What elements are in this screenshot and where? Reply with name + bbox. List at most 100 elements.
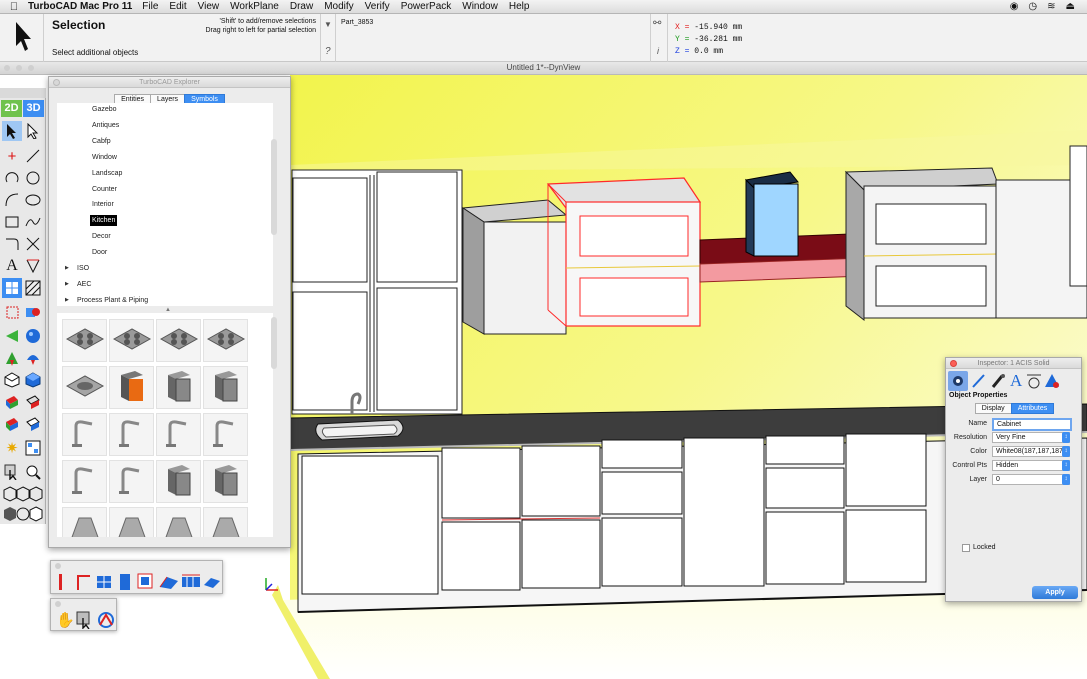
extrude-tool-icon[interactable] xyxy=(2,348,22,368)
text-tool-icon[interactable]: A xyxy=(2,256,22,276)
apple-menu-icon[interactable]:  xyxy=(0,1,28,13)
apply-button[interactable]: Apply xyxy=(1032,586,1078,599)
thumbs-scrollbar[interactable] xyxy=(271,317,277,369)
wifi-icon[interactable]: ≋ xyxy=(1047,1,1055,12)
mode-3d-button[interactable]: 3D xyxy=(23,100,44,117)
symbol-thumbnail[interactable] xyxy=(109,460,154,503)
dimension-tool-icon[interactable] xyxy=(23,256,43,276)
resolution-chevron-icon[interactable]: ↕ xyxy=(1062,432,1070,443)
pen-icon[interactable] xyxy=(971,373,987,389)
symbol-thumbnail[interactable] xyxy=(156,366,201,409)
symbol-thumbnail[interactable] xyxy=(203,507,248,537)
edit-tool-icon[interactable] xyxy=(23,121,43,141)
symbol-thumbnail[interactable] xyxy=(109,319,154,362)
tab-display[interactable]: Display xyxy=(974,403,1011,414)
point-tool-icon[interactable]: + xyxy=(2,146,22,166)
tree-item[interactable]: AEC xyxy=(75,279,93,290)
line-tool-icon[interactable] xyxy=(23,146,43,166)
zoom-tool-icon[interactable] xyxy=(23,462,43,482)
symbol-thumbnail[interactable] xyxy=(203,460,248,503)
cone-tool-icon[interactable] xyxy=(2,326,22,346)
dimension-style-icon[interactable] xyxy=(1026,373,1042,389)
tree-item[interactable]: Cabfp xyxy=(90,136,113,147)
box-tool-icon[interactable] xyxy=(2,370,22,390)
door-insert-icon[interactable] xyxy=(119,573,131,591)
boolean-tool-icon[interactable] xyxy=(23,302,43,322)
help-button[interactable]: ? xyxy=(325,46,331,57)
layer-select[interactable]: 0 ↕ xyxy=(992,474,1070,485)
wall-icon[interactable] xyxy=(59,574,62,590)
menu-edit[interactable]: Edit xyxy=(169,1,186,12)
chamfer-tool-icon[interactable] xyxy=(23,392,43,412)
menu-powerpack[interactable]: PowerPack xyxy=(401,1,452,12)
tree-item[interactable]: Window xyxy=(90,152,119,163)
select-tool-icon[interactable] xyxy=(2,121,22,141)
menu-modify[interactable]: Modify xyxy=(324,1,353,12)
view-cubes-icon[interactable] xyxy=(2,484,44,504)
text-style-icon[interactable]: A xyxy=(1010,371,1022,391)
layer-chevron-icon[interactable]: ↕ xyxy=(1062,474,1070,485)
tree-item[interactable]: Kitchen xyxy=(90,215,118,227)
menu-view[interactable]: View xyxy=(198,1,220,12)
stair-icon[interactable] xyxy=(181,573,201,589)
fillet-tool-icon[interactable] xyxy=(2,234,22,254)
fillet-edge-tool-icon[interactable] xyxy=(2,392,22,412)
info-button[interactable]: i xyxy=(657,46,659,56)
skype-icon[interactable]: ◉ xyxy=(1010,1,1019,12)
time-machine-icon[interactable]: ◷ xyxy=(1028,1,1037,12)
blue-box[interactable] xyxy=(744,171,799,257)
menu-file[interactable]: File xyxy=(142,1,158,12)
menu-window[interactable]: Window xyxy=(462,1,498,12)
sphere-tool-icon[interactable] xyxy=(23,326,43,346)
spline-tool-icon[interactable] xyxy=(23,212,43,232)
tree-item[interactable]: Antiques xyxy=(90,120,121,131)
shell-tool-icon[interactable] xyxy=(2,414,22,434)
symbol-thumbnail[interactable] xyxy=(156,319,201,362)
mode-2d-button[interactable]: 2D xyxy=(1,100,22,117)
tree-item[interactable]: Landscap xyxy=(90,168,124,179)
disclosure-triangle-icon[interactable]: ▶ xyxy=(65,265,69,271)
grid-tool-icon[interactable] xyxy=(23,438,43,458)
curve-tool-icon[interactable] xyxy=(2,190,22,210)
disclosure-triangle-icon[interactable]: ▶ xyxy=(65,297,69,303)
symbol-thumbnail[interactable] xyxy=(62,319,107,362)
symbol-thumbnail[interactable] xyxy=(62,460,107,503)
light-tool-icon[interactable]: ✷ xyxy=(2,438,22,458)
tree-item[interactable]: Counter xyxy=(90,184,119,195)
window-insert-icon[interactable] xyxy=(96,574,112,590)
arc-tool-icon[interactable] xyxy=(2,168,22,188)
symbol-thumbnail[interactable] xyxy=(156,507,201,537)
menu-draw[interactable]: Draw xyxy=(290,1,313,12)
cut-tool-icon[interactable] xyxy=(2,302,22,322)
color-chevron-icon[interactable]: ↕ xyxy=(1062,446,1070,457)
symbol-thumbnail[interactable] xyxy=(62,507,107,537)
tree-item[interactable]: Interior xyxy=(90,199,116,210)
tree-scrollbar[interactable] xyxy=(271,139,277,235)
solid-box-tool-icon[interactable] xyxy=(23,370,43,390)
coordinate-origin-icon[interactable]: ⚯ xyxy=(653,18,661,29)
rectangle-tool-icon[interactable] xyxy=(2,212,22,232)
object-properties-icon[interactable] xyxy=(948,371,968,391)
locked-checkbox[interactable] xyxy=(962,544,970,552)
brush-icon[interactable] xyxy=(990,373,1006,389)
explorer-close-button[interactable] xyxy=(53,79,60,86)
symbol-thumbnail[interactable] xyxy=(62,366,107,409)
symbol-thumbnail[interactable] xyxy=(109,413,154,456)
symbol-thumbnail[interactable] xyxy=(203,319,248,362)
symbol-thumbnail[interactable] xyxy=(62,413,107,456)
pan-hand-icon[interactable]: ✋ xyxy=(56,611,75,629)
trim-tool-icon[interactable] xyxy=(23,234,43,254)
symbol-thumbnail[interactable] xyxy=(109,507,154,537)
disclosure-triangle-icon[interactable]: ▶ xyxy=(65,281,69,287)
orbit-icon[interactable] xyxy=(97,611,115,629)
zoom-select-icon[interactable] xyxy=(76,611,94,629)
pan-select-tool-icon[interactable] xyxy=(2,462,22,482)
roof-icon[interactable] xyxy=(159,573,179,589)
resolution-select[interactable]: Very Fine ↕ xyxy=(992,432,1070,443)
color-select[interactable]: White08(187,187,187) ↕ xyxy=(992,446,1070,457)
selected-cabinet[interactable] xyxy=(546,177,702,327)
symbol-thumbnail[interactable] xyxy=(156,460,201,503)
slab-icon[interactable] xyxy=(203,575,221,589)
hatch-tool-icon[interactable] xyxy=(23,278,43,298)
tree-item[interactable]: Door xyxy=(90,247,109,258)
